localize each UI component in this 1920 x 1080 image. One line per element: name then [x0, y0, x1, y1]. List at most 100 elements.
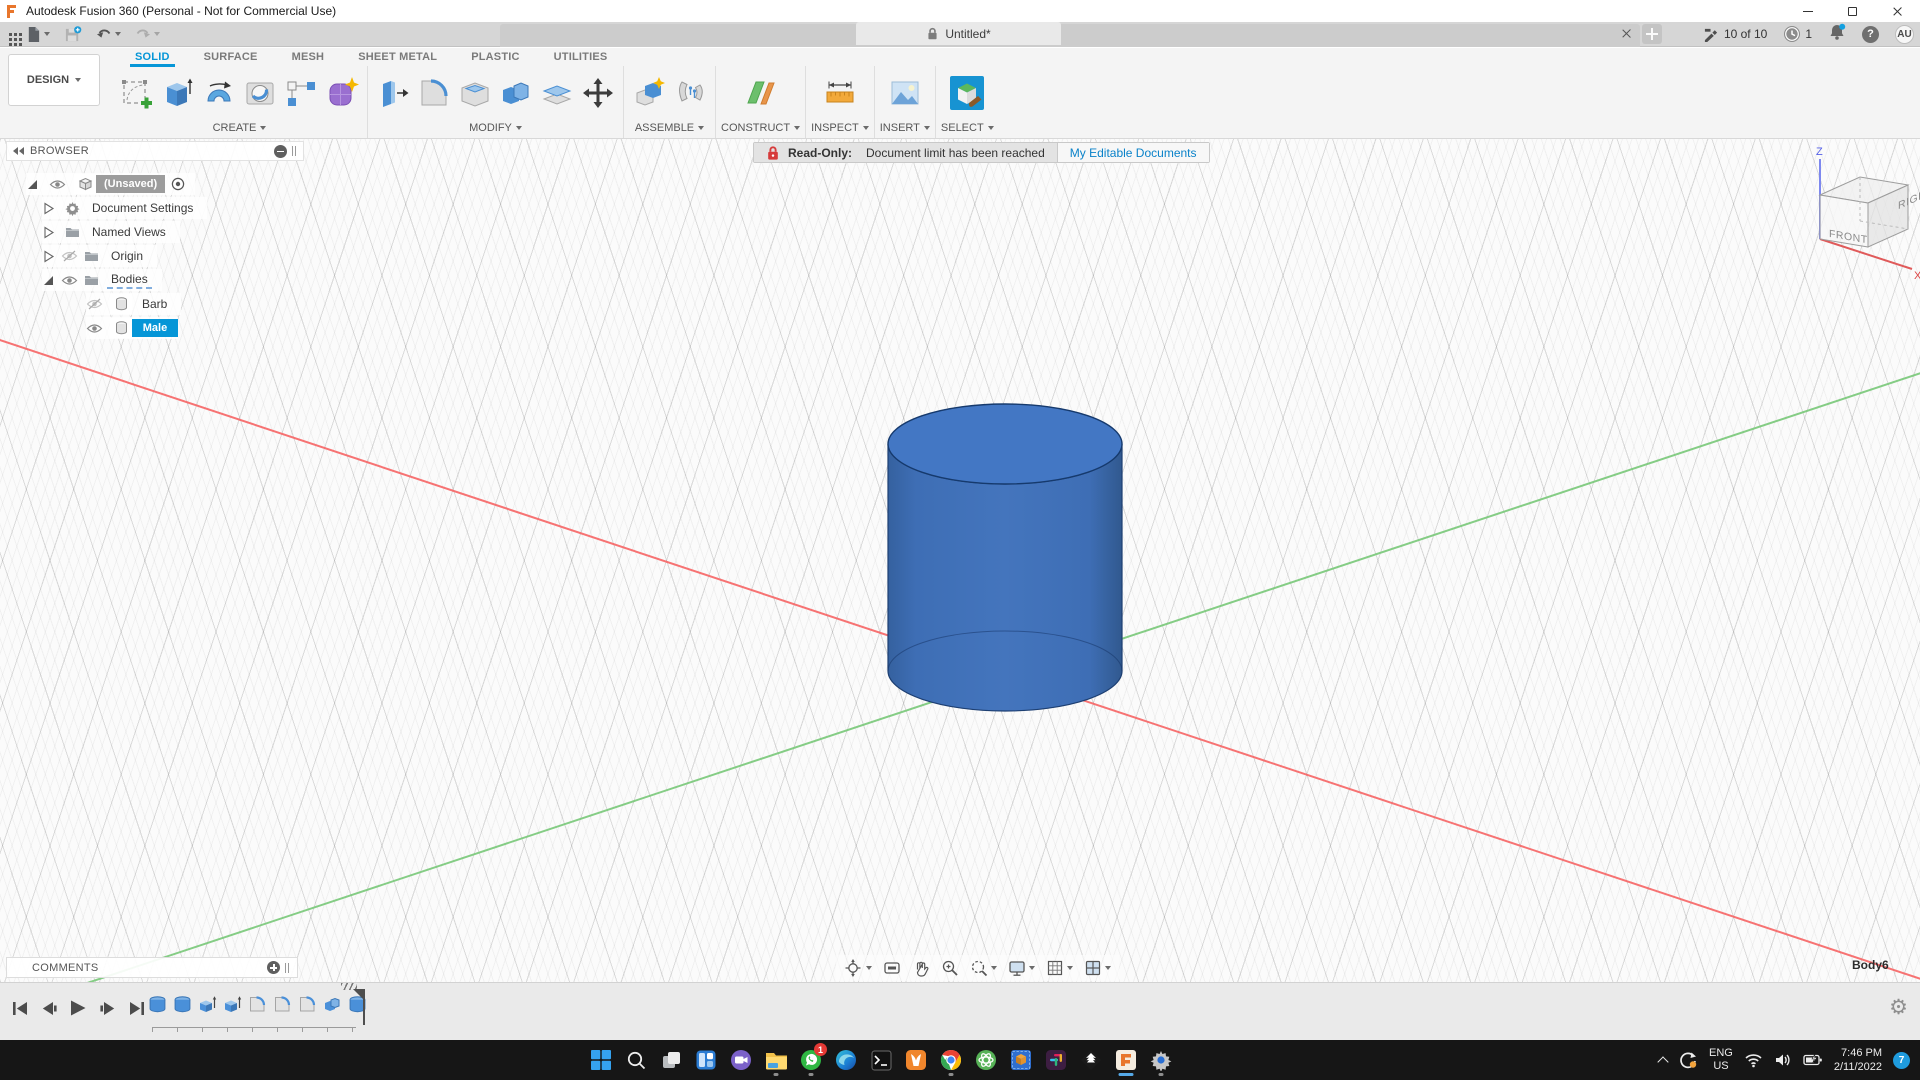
construct-dropdown[interactable]: CONSTRUCT [721, 120, 800, 136]
orbit-button[interactable] [842, 957, 874, 979]
pattern-button[interactable] [281, 69, 321, 117]
viewcube[interactable]: Z X FRONT RIGHT [1782, 141, 1920, 291]
tab-mesh[interactable]: MESH [275, 48, 342, 66]
extrude-button[interactable] [158, 69, 198, 117]
volume-icon[interactable] [1774, 1052, 1792, 1068]
notification-count-badge[interactable]: 7 [1893, 1052, 1910, 1069]
look-at-button[interactable] [881, 957, 903, 979]
new-component-button[interactable] [629, 69, 669, 117]
fusion360-taskbar-button[interactable] [1113, 1043, 1139, 1077]
modify-dropdown[interactable]: MODIFY [373, 120, 618, 136]
collapsed-arrow-icon[interactable] [42, 202, 55, 215]
tree-row-bodies[interactable]: Bodies [6, 268, 304, 292]
timeline-feature-extrude-1[interactable] [196, 991, 218, 1017]
document-tab[interactable]: Untitled* [856, 22, 1061, 45]
comments-expand-icon[interactable] [267, 961, 280, 974]
create-dropdown[interactable]: CREATE [117, 120, 362, 136]
select-button[interactable] [947, 69, 987, 117]
cylinder-body-male[interactable] [876, 397, 1134, 729]
redo-button[interactable] [130, 25, 165, 43]
tree-row-barb[interactable]: Barb [6, 292, 304, 316]
task-view-button[interactable] [658, 1043, 684, 1077]
maximize-button[interactable] [1830, 0, 1875, 22]
male-body-label[interactable]: Male [132, 319, 178, 337]
inkscape-button[interactable] [1078, 1043, 1104, 1077]
undo-button[interactable] [91, 25, 126, 43]
start-button[interactable] [588, 1043, 614, 1077]
activate-radio-icon[interactable] [171, 177, 185, 191]
history-button[interactable]: 1 [1783, 25, 1812, 43]
construction-plane-button[interactable] [741, 69, 781, 117]
language-switcher[interactable]: ENG US [1709, 1047, 1733, 1072]
file-explorer-button[interactable] [763, 1043, 789, 1077]
eye-visible-icon[interactable] [86, 323, 103, 334]
save-button[interactable] [59, 24, 87, 45]
browser-grip[interactable] [292, 146, 297, 156]
timeline-feature-combine[interactable] [321, 991, 343, 1017]
joint-button[interactable] [670, 69, 710, 117]
display-settings-button[interactable] [1006, 957, 1037, 979]
notifications-button[interactable] [1828, 23, 1846, 46]
zoom-button[interactable] [939, 957, 961, 979]
timeline-position-marker[interactable] [355, 985, 371, 1025]
comments-panel[interactable]: COMMENTS [6, 957, 298, 978]
document-counter[interactable]: 10 of 10 [1703, 27, 1767, 42]
play-button[interactable] [68, 999, 88, 1017]
pan-button[interactable] [910, 957, 932, 979]
step-forward-button[interactable] [97, 999, 117, 1017]
green-app-button[interactable] [973, 1043, 999, 1077]
tab-plastic[interactable]: PLASTIC [454, 48, 536, 66]
create-sketch-button[interactable] [117, 69, 157, 117]
timeline-feature-extrude-2[interactable] [221, 991, 243, 1017]
inspect-dropdown[interactable]: INSPECT [811, 120, 869, 136]
timeline-feature-fillet-1[interactable] [246, 991, 268, 1017]
offset-face-button[interactable] [537, 69, 577, 117]
wifi-icon[interactable] [1744, 1052, 1763, 1068]
go-to-start-button[interactable] [10, 999, 30, 1017]
root-document-label[interactable]: (Unsaved) [96, 175, 165, 193]
create-form-button[interactable] [322, 69, 362, 117]
cube-app-button[interactable] [1008, 1043, 1034, 1077]
grid-settings-button[interactable] [1044, 957, 1075, 979]
tab-sheet-metal[interactable]: SHEET METAL [341, 48, 454, 66]
close-button[interactable] [1875, 0, 1920, 22]
tree-row-origin[interactable]: Origin [6, 244, 304, 268]
slack-button[interactable] [1043, 1043, 1069, 1077]
chat-button[interactable] [728, 1043, 754, 1077]
tray-clock[interactable]: 7:46 PM 2/11/2022 [1834, 1046, 1882, 1075]
tab-close-button[interactable] [1620, 27, 1632, 39]
comments-grip[interactable] [285, 963, 290, 973]
timeline-feature-fillet-2[interactable] [271, 991, 293, 1017]
browser-minimize-icon[interactable] [274, 145, 287, 158]
insert-dropdown[interactable]: INSERT [880, 120, 930, 136]
tab-solid[interactable]: SOLID [118, 48, 187, 66]
timeline-feature-fillet-3[interactable] [296, 991, 318, 1017]
collapsed-arrow-icon[interactable] [42, 226, 55, 239]
edge-button[interactable] [833, 1043, 859, 1077]
step-back-button[interactable] [39, 999, 59, 1017]
hidden-icons-button[interactable] [1657, 1056, 1668, 1067]
tree-row-document-settings[interactable]: Document Settings [6, 196, 304, 220]
assemble-dropdown[interactable]: ASSEMBLE [629, 120, 710, 136]
settings-button[interactable] [1148, 1043, 1174, 1077]
expanded-arrow-icon[interactable] [26, 178, 39, 191]
timeline-feature-cylinder-1[interactable] [146, 991, 168, 1017]
help-button[interactable]: ? [1862, 26, 1879, 43]
fit-button[interactable] [968, 957, 999, 979]
go-to-end-button[interactable] [126, 999, 146, 1017]
hole-button[interactable] [240, 69, 280, 117]
app-grid-button[interactable] [4, 31, 17, 38]
widgets-button[interactable] [693, 1043, 719, 1077]
whatsapp-button[interactable]: 1 [798, 1043, 824, 1077]
tree-row-root[interactable]: (Unsaved) [6, 172, 304, 196]
browser-header[interactable]: BROWSER [6, 141, 304, 161]
collapsed-arrow-icon[interactable] [42, 250, 55, 263]
eye-visible-icon[interactable] [61, 275, 78, 286]
editable-documents-link[interactable]: My Editable Documents [1070, 146, 1197, 160]
minimize-button[interactable] [1785, 0, 1830, 22]
account-avatar[interactable]: AU [1895, 25, 1914, 44]
fillet-button[interactable] [414, 69, 454, 117]
eye-visible-icon[interactable] [49, 179, 66, 190]
sync-tray-icon[interactable] [1678, 1050, 1698, 1070]
viewport-canvas[interactable]: Read-Only: Document limit has been reach… [0, 139, 1920, 982]
